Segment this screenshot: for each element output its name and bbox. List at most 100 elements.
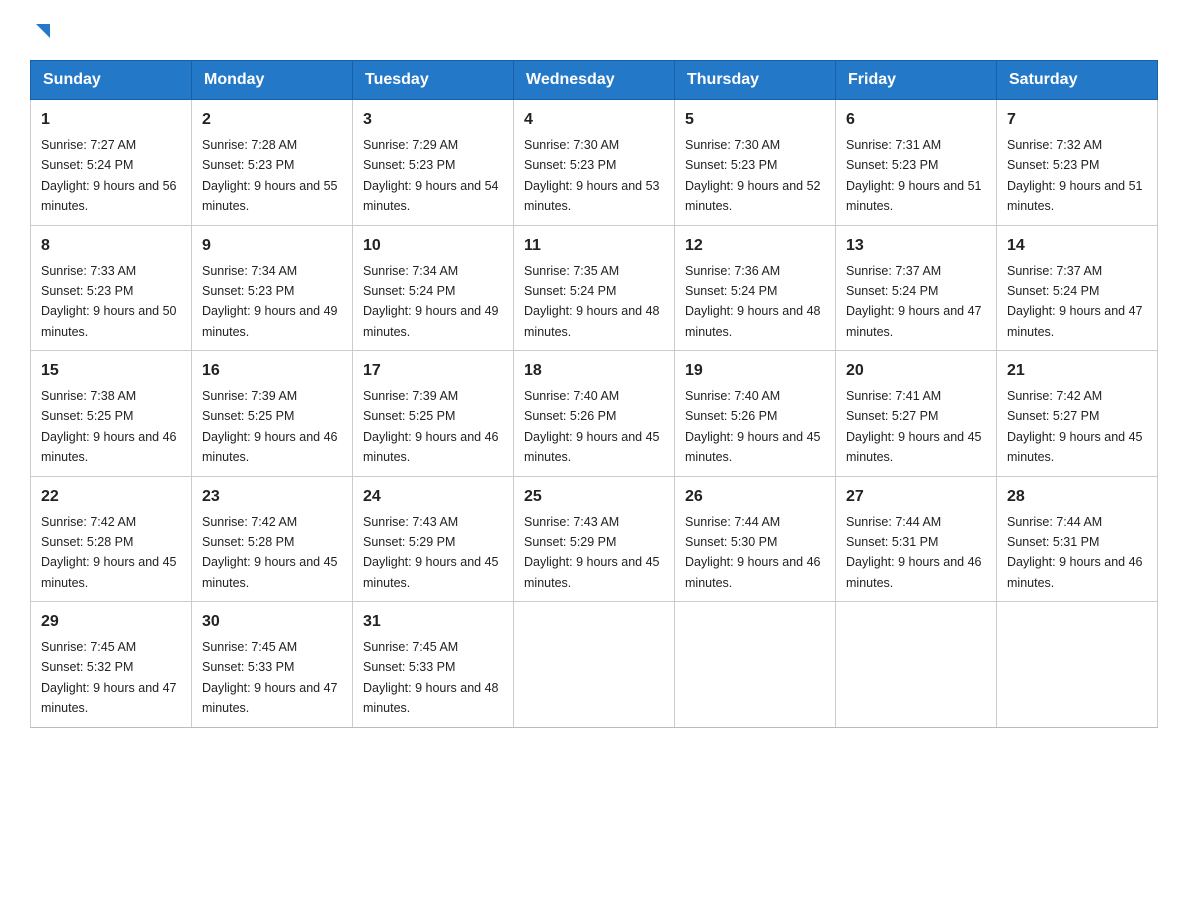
day-number: 2 xyxy=(202,108,342,132)
day-number: 17 xyxy=(363,359,503,383)
calendar-cell: 7 Sunrise: 7:32 AMSunset: 5:23 PMDaylight… xyxy=(997,100,1158,226)
logo-arrow-icon xyxy=(32,20,54,42)
day-info: Sunrise: 7:38 AMSunset: 5:25 PMDaylight:… xyxy=(41,389,177,464)
day-number: 18 xyxy=(524,359,664,383)
day-number: 22 xyxy=(41,485,181,509)
day-info: Sunrise: 7:40 AMSunset: 5:26 PMDaylight:… xyxy=(524,389,660,464)
day-number: 26 xyxy=(685,485,825,509)
calendar-week-row: 8 Sunrise: 7:33 AMSunset: 5:23 PMDaylight… xyxy=(31,225,1158,351)
day-number: 21 xyxy=(1007,359,1147,383)
calendar-cell: 3 Sunrise: 7:29 AMSunset: 5:23 PMDaylight… xyxy=(353,100,514,226)
day-number: 13 xyxy=(846,234,986,258)
day-info: Sunrise: 7:28 AMSunset: 5:23 PMDaylight:… xyxy=(202,138,338,213)
day-number: 3 xyxy=(363,108,503,132)
weekday-header-saturday: Saturday xyxy=(997,61,1158,100)
calendar-cell: 18 Sunrise: 7:40 AMSunset: 5:26 PMDayligh… xyxy=(514,351,675,477)
day-info: Sunrise: 7:40 AMSunset: 5:26 PMDaylight:… xyxy=(685,389,821,464)
calendar-week-row: 15 Sunrise: 7:38 AMSunset: 5:25 PMDayligh… xyxy=(31,351,1158,477)
day-info: Sunrise: 7:45 AMSunset: 5:32 PMDaylight:… xyxy=(41,640,177,715)
day-number: 7 xyxy=(1007,108,1147,132)
day-number: 11 xyxy=(524,234,664,258)
calendar-table: SundayMondayTuesdayWednesdayThursdayFrid… xyxy=(30,60,1158,728)
calendar-cell xyxy=(675,602,836,728)
weekday-header-friday: Friday xyxy=(836,61,997,100)
day-info: Sunrise: 7:31 AMSunset: 5:23 PMDaylight:… xyxy=(846,138,982,213)
calendar-cell: 11 Sunrise: 7:35 AMSunset: 5:24 PMDayligh… xyxy=(514,225,675,351)
calendar-cell: 30Sunrise: 7:45 AMSunset: 5:33 PMDayligh… xyxy=(192,602,353,728)
day-info: Sunrise: 7:42 AMSunset: 5:27 PMDaylight:… xyxy=(1007,389,1143,464)
calendar-cell: 21 Sunrise: 7:42 AMSunset: 5:27 PMDayligh… xyxy=(997,351,1158,477)
day-info: Sunrise: 7:30 AMSunset: 5:23 PMDaylight:… xyxy=(524,138,660,213)
weekday-header-tuesday: Tuesday xyxy=(353,61,514,100)
calendar-cell: 8 Sunrise: 7:33 AMSunset: 5:23 PMDaylight… xyxy=(31,225,192,351)
calendar-cell: 28Sunrise: 7:44 AMSunset: 5:31 PMDayligh… xyxy=(997,476,1158,602)
calendar-week-row: 1 Sunrise: 7:27 AMSunset: 5:24 PMDaylight… xyxy=(31,100,1158,226)
logo xyxy=(30,20,54,40)
calendar-cell: 26 Sunrise: 7:44 AMSunset: 5:30 PMDayligh… xyxy=(675,476,836,602)
day-info: Sunrise: 7:34 AMSunset: 5:23 PMDaylight:… xyxy=(202,264,338,339)
day-number: 31 xyxy=(363,610,503,634)
day-info: Sunrise: 7:41 AMSunset: 5:27 PMDaylight:… xyxy=(846,389,982,464)
calendar-cell: 9Sunrise: 7:34 AMSunset: 5:23 PMDaylight… xyxy=(192,225,353,351)
day-info: Sunrise: 7:35 AMSunset: 5:24 PMDaylight:… xyxy=(524,264,660,339)
day-info: Sunrise: 7:42 AMSunset: 5:28 PMDaylight:… xyxy=(202,515,338,590)
calendar-cell: 6 Sunrise: 7:31 AMSunset: 5:23 PMDaylight… xyxy=(836,100,997,226)
day-info: Sunrise: 7:33 AMSunset: 5:23 PMDaylight:… xyxy=(41,264,177,339)
weekday-header-monday: Monday xyxy=(192,61,353,100)
day-info: Sunrise: 7:44 AMSunset: 5:31 PMDaylight:… xyxy=(846,515,982,590)
page-header xyxy=(30,20,1158,40)
calendar-cell: 29Sunrise: 7:45 AMSunset: 5:32 PMDayligh… xyxy=(31,602,192,728)
day-info: Sunrise: 7:32 AMSunset: 5:23 PMDaylight:… xyxy=(1007,138,1143,213)
calendar-cell xyxy=(836,602,997,728)
day-number: 12 xyxy=(685,234,825,258)
calendar-cell: 2 Sunrise: 7:28 AMSunset: 5:23 PMDaylight… xyxy=(192,100,353,226)
day-number: 15 xyxy=(41,359,181,383)
calendar-cell: 1 Sunrise: 7:27 AMSunset: 5:24 PMDaylight… xyxy=(31,100,192,226)
day-number: 30 xyxy=(202,610,342,634)
day-number: 4 xyxy=(524,108,664,132)
weekday-header-wednesday: Wednesday xyxy=(514,61,675,100)
day-info: Sunrise: 7:42 AMSunset: 5:28 PMDaylight:… xyxy=(41,515,177,590)
calendar-cell: 4 Sunrise: 7:30 AMSunset: 5:23 PMDaylight… xyxy=(514,100,675,226)
day-info: Sunrise: 7:43 AMSunset: 5:29 PMDaylight:… xyxy=(363,515,499,590)
day-number: 25 xyxy=(524,485,664,509)
calendar-cell: 24 Sunrise: 7:43 AMSunset: 5:29 PMDayligh… xyxy=(353,476,514,602)
day-info: Sunrise: 7:39 AMSunset: 5:25 PMDaylight:… xyxy=(202,389,338,464)
day-number: 20 xyxy=(846,359,986,383)
calendar-cell: 17Sunrise: 7:39 AMSunset: 5:25 PMDayligh… xyxy=(353,351,514,477)
day-info: Sunrise: 7:29 AMSunset: 5:23 PMDaylight:… xyxy=(363,138,499,213)
weekday-header-row: SundayMondayTuesdayWednesdayThursdayFrid… xyxy=(31,61,1158,100)
weekday-header-sunday: Sunday xyxy=(31,61,192,100)
day-number: 1 xyxy=(41,108,181,132)
day-info: Sunrise: 7:44 AMSunset: 5:30 PMDaylight:… xyxy=(685,515,821,590)
day-number: 8 xyxy=(41,234,181,258)
calendar-cell: 13Sunrise: 7:37 AMSunset: 5:24 PMDayligh… xyxy=(836,225,997,351)
day-number: 6 xyxy=(846,108,986,132)
calendar-cell: 10 Sunrise: 7:34 AMSunset: 5:24 PMDayligh… xyxy=(353,225,514,351)
day-number: 23 xyxy=(202,485,342,509)
day-info: Sunrise: 7:30 AMSunset: 5:23 PMDaylight:… xyxy=(685,138,821,213)
day-info: Sunrise: 7:45 AMSunset: 5:33 PMDaylight:… xyxy=(363,640,499,715)
day-info: Sunrise: 7:37 AMSunset: 5:24 PMDaylight:… xyxy=(1007,264,1143,339)
calendar-cell: 16Sunrise: 7:39 AMSunset: 5:25 PMDayligh… xyxy=(192,351,353,477)
day-number: 24 xyxy=(363,485,503,509)
day-info: Sunrise: 7:43 AMSunset: 5:29 PMDaylight:… xyxy=(524,515,660,590)
calendar-week-row: 22 Sunrise: 7:42 AMSunset: 5:28 PMDayligh… xyxy=(31,476,1158,602)
calendar-cell: 23 Sunrise: 7:42 AMSunset: 5:28 PMDayligh… xyxy=(192,476,353,602)
day-number: 5 xyxy=(685,108,825,132)
calendar-cell: 12Sunrise: 7:36 AMSunset: 5:24 PMDayligh… xyxy=(675,225,836,351)
day-info: Sunrise: 7:34 AMSunset: 5:24 PMDaylight:… xyxy=(363,264,499,339)
day-info: Sunrise: 7:27 AMSunset: 5:24 PMDaylight:… xyxy=(41,138,177,213)
calendar-cell: 5 Sunrise: 7:30 AMSunset: 5:23 PMDaylight… xyxy=(675,100,836,226)
day-number: 27 xyxy=(846,485,986,509)
calendar-cell: 14Sunrise: 7:37 AMSunset: 5:24 PMDayligh… xyxy=(997,225,1158,351)
calendar-cell: 25 Sunrise: 7:43 AMSunset: 5:29 PMDayligh… xyxy=(514,476,675,602)
calendar-cell: 22 Sunrise: 7:42 AMSunset: 5:28 PMDayligh… xyxy=(31,476,192,602)
calendar-cell: 31 Sunrise: 7:45 AMSunset: 5:33 PMDayligh… xyxy=(353,602,514,728)
day-number: 10 xyxy=(363,234,503,258)
calendar-cell: 20 Sunrise: 7:41 AMSunset: 5:27 PMDayligh… xyxy=(836,351,997,477)
calendar-cell xyxy=(514,602,675,728)
day-number: 28 xyxy=(1007,485,1147,509)
calendar-cell: 19Sunrise: 7:40 AMSunset: 5:26 PMDayligh… xyxy=(675,351,836,477)
calendar-week-row: 29Sunrise: 7:45 AMSunset: 5:32 PMDayligh… xyxy=(31,602,1158,728)
